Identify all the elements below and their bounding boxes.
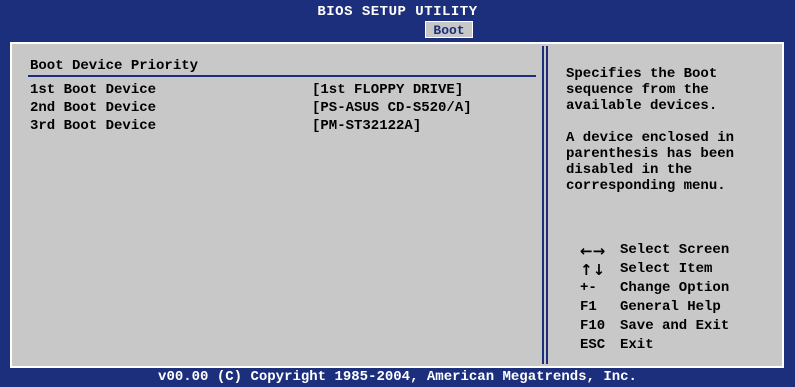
main-panel: Boot Device Priority 1st Boot Device [1s…	[14, 46, 544, 364]
key-desc: Select Item	[620, 261, 713, 277]
help-line: A device enclosed in	[566, 130, 735, 146]
boot-device-label: 3rd Boot Device	[30, 118, 157, 134]
key-desc: Save and Exit	[620, 318, 730, 334]
help-paragraph: A device enclosed in parenthesis has bee…	[566, 130, 776, 194]
boot-device-value[interactable]: [PM-ST32122A]	[312, 118, 421, 134]
bios-title: BIOS SETUP UTILITY	[317, 4, 478, 20]
key-desc: General Help	[620, 299, 721, 315]
section-title: Boot Device Priority	[30, 58, 199, 74]
key-name: +-	[580, 280, 597, 296]
boot-device-row-3[interactable]: 3rd Boot Device [PM-ST32122A]	[30, 118, 421, 182]
key-desc: Exit	[620, 337, 654, 353]
up-down-arrows-icon: ↑↓	[580, 261, 606, 279]
key-desc: Select Screen	[620, 242, 730, 258]
boot-device-label: 1st Boot Device	[30, 82, 157, 98]
section-divider	[28, 75, 536, 77]
boot-device-label: 2nd Boot Device	[30, 100, 157, 116]
help-paragraph: Specifies the Boot sequence from the ava…	[566, 66, 776, 114]
boot-device-value[interactable]: [PS-ASUS CD-S520/A]	[312, 100, 472, 116]
help-line: corresponding menu.	[566, 178, 726, 194]
left-right-arrows-icon: ←→	[580, 242, 606, 260]
help-panel: Specifies the Boot sequence from the ava…	[546, 46, 780, 364]
footer-copyright: v00.00 (C) Copyright 1985-2004, American…	[158, 369, 637, 385]
title-bar: BIOS SETUP UTILITY Boot	[0, 0, 795, 40]
help-line: sequence from the	[566, 82, 709, 98]
help-text: Specifies the Boot sequence from the ava…	[566, 66, 776, 210]
help-line: Specifies the Boot	[566, 66, 718, 82]
boot-device-value[interactable]: [1st FLOPPY DRIVE]	[312, 82, 463, 98]
key-desc: Change Option	[620, 280, 730, 296]
help-line: disabled in the	[566, 162, 693, 178]
help-line: available devices.	[566, 98, 718, 114]
key-name: F10	[580, 318, 606, 334]
help-line: parenthesis has been	[566, 146, 735, 162]
tab-boot[interactable]: Boot	[425, 21, 473, 38]
key-name: ESC	[580, 337, 606, 353]
key-name: F1	[580, 299, 597, 315]
